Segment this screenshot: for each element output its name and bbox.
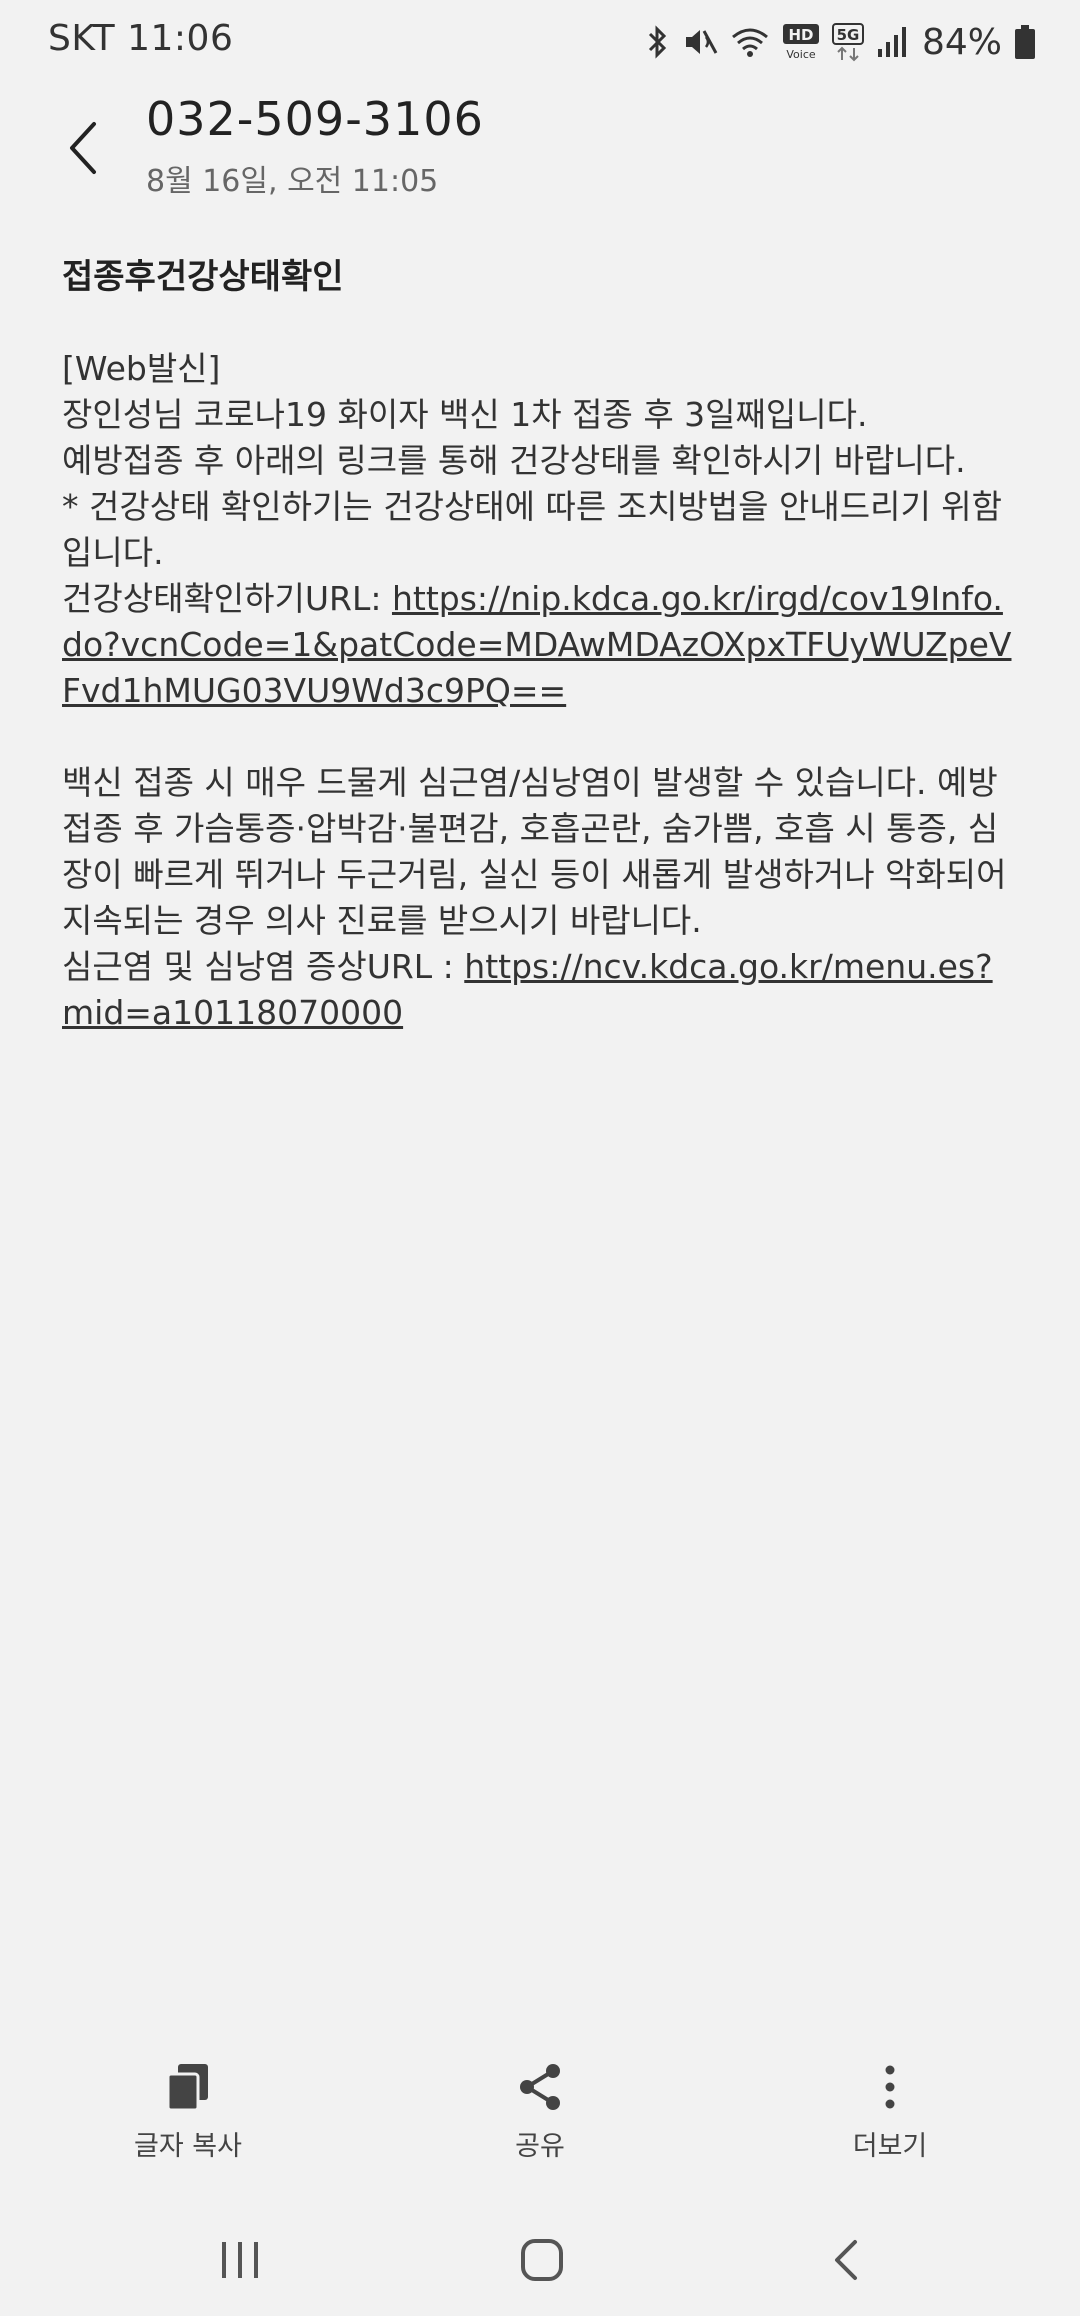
hd-voice-icon: HD Voice xyxy=(782,22,820,62)
status-icons: HD Voice 5G 84% xyxy=(644,18,1036,66)
home-button[interactable] xyxy=(502,2230,582,2290)
wifi-icon xyxy=(730,25,770,59)
mute-icon xyxy=(682,25,718,59)
system-back-button[interactable] xyxy=(806,2230,886,2290)
copy-icon xyxy=(166,2064,208,2112)
hd-label: HD xyxy=(788,26,813,44)
action-bar: 글자 복사 공유 더보기 xyxy=(0,2040,1080,2180)
message-line: 장인성님 코로나19 화이자 백신 1차 접종 후 3일째입니다. xyxy=(62,395,868,434)
sender-number: 032-509-3106 xyxy=(146,92,484,146)
url-label: 심근염 및 심낭염 증상URL : xyxy=(62,947,465,986)
network-label: 5G xyxy=(837,26,860,44)
back-button[interactable] xyxy=(52,108,116,188)
share-icon xyxy=(520,2064,560,2110)
status-bar: SKT 11:06 HD Voice 5G 84% xyxy=(0,0,1080,84)
home-icon xyxy=(521,2239,563,2281)
copy-text-label: 글자 복사 xyxy=(134,2131,242,2162)
share-button[interactable]: 공유 xyxy=(430,2062,650,2163)
message-body: 접종후건강상태확인 [Web발신] 장인성님 코로나19 화이자 백신 1차 접… xyxy=(62,254,1022,1036)
share-label: 공유 xyxy=(515,2131,565,2162)
battery-icon xyxy=(1014,24,1036,60)
message-subject: 접종후건강상태확인 xyxy=(62,257,344,297)
recent-apps-button[interactable] xyxy=(200,2230,280,2290)
bluetooth-icon xyxy=(644,25,670,59)
more-vertical-icon xyxy=(885,2065,895,2109)
back-arrow-icon xyxy=(835,2240,857,2280)
signal-icon xyxy=(876,25,906,59)
carrier-time: SKT 11:06 xyxy=(48,18,234,59)
url-line: 심근염 및 심낭염 증상URL : https://ncv.kdca.go.kr… xyxy=(62,944,1022,1036)
more-options-button[interactable]: 더보기 xyxy=(780,2062,1000,2163)
url-label: 건강상태확인하기URL: xyxy=(62,579,392,618)
copy-text-button[interactable]: 글자 복사 xyxy=(78,2062,298,2163)
url-line: 건강상태확인하기URL: https://nip.kdca.go.kr/irgd… xyxy=(62,576,1022,714)
message-timestamp: 8월 16일, 오전 11:05 xyxy=(146,164,439,199)
recent-apps-icon xyxy=(222,2242,258,2278)
5g-icon: 5G xyxy=(831,22,864,62)
message-line: [Web발신] xyxy=(62,349,221,388)
chevron-left-icon xyxy=(70,122,96,174)
system-nav-bar xyxy=(0,2200,1080,2316)
conversation-header: 032-509-3106 8월 16일, 오전 11:05 xyxy=(0,84,1080,224)
voice-label: Voice xyxy=(786,48,816,61)
message-line: * 건강상태 확인하기는 건강상태에 따른 조치방법을 안내드리기 위함입니다. xyxy=(62,487,1003,572)
battery-level: 84% xyxy=(921,21,1002,63)
message-line: 백신 접종 시 매우 드물게 심근염/심낭염이 발생할 수 있습니다. 예방접종… xyxy=(62,763,1017,940)
message-line: 예방접종 후 아래의 링크를 통해 건강상태를 확인하시기 바랍니다. xyxy=(62,441,966,480)
more-label: 더보기 xyxy=(852,2131,928,2162)
